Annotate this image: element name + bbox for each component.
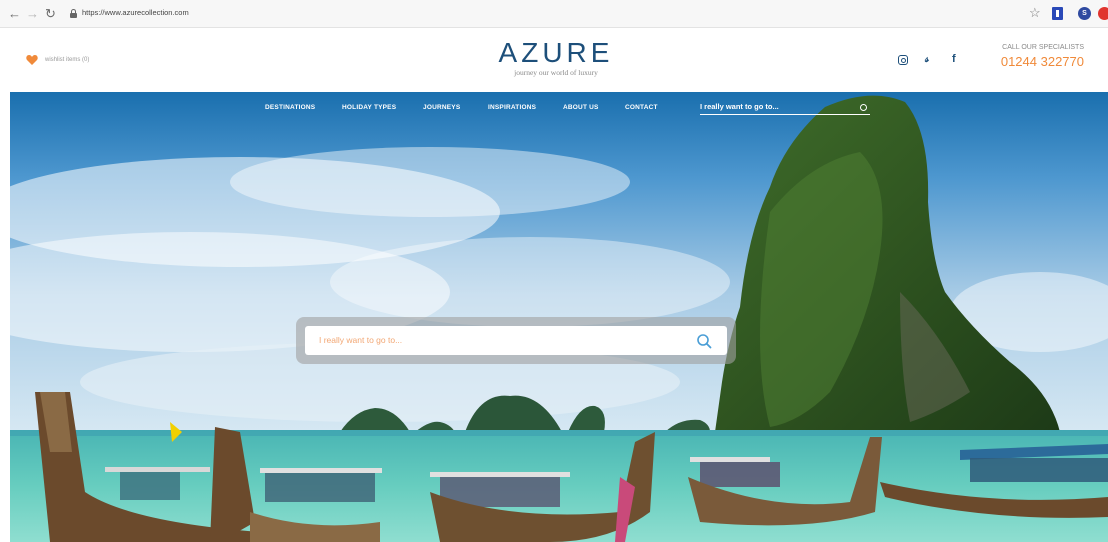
heart-icon — [26, 55, 38, 65]
logo-tagline: journey our world of luxury — [514, 68, 598, 77]
twitter-icon[interactable]: 𝓈 — [925, 53, 929, 66]
wishlist-link[interactable]: wishlist items (0) — [26, 55, 89, 65]
hero-search-frame: I really want to go to... — [296, 317, 736, 364]
logo[interactable]: AZURE journey our world of luxury — [456, 37, 656, 78]
extension-icon[interactable]: S — [1078, 7, 1091, 20]
nav-item-holiday-types[interactable]: HOLIDAY TYPES — [342, 104, 396, 111]
nav-item-journeys[interactable]: JOURNEYS — [423, 104, 460, 111]
reload-icon[interactable]: ↻ — [45, 6, 56, 22]
lock-icon — [70, 9, 77, 18]
wishlist-label: wishlist items (0) — [45, 57, 90, 63]
search-icon[interactable] — [860, 104, 867, 111]
call-label: CALL OUR SPECIALISTS — [1002, 44, 1084, 51]
nav-item-inspirations[interactable]: INSPIRATIONS — [488, 104, 536, 111]
hero-search-input[interactable]: I really want to go to... — [305, 326, 727, 355]
back-arrow-icon[interactable]: ← — [8, 6, 21, 22]
nav-item-destinations[interactable]: DESTINATIONS — [265, 104, 315, 111]
nav-item-contact[interactable]: CONTACT — [625, 104, 658, 111]
main-nav: DESTINATIONS HOLIDAY TYPES JOURNEYS INSP… — [10, 92, 1108, 122]
facebook-icon[interactable]: f — [952, 53, 956, 65]
nav-search-placeholder: I really want to go to... — [700, 102, 779, 111]
extension-icon[interactable] — [1098, 7, 1108, 20]
site-header: wishlist items (0) AZURE journey our wor… — [0, 28, 1108, 92]
search-icon[interactable] — [696, 333, 712, 349]
logo-title: AZURE — [498, 37, 614, 68]
hero-search-placeholder: I really want to go to... — [319, 335, 403, 345]
bookmark-star-icon[interactable]: ☆ — [1029, 5, 1041, 21]
nav-item-about-us[interactable]: ABOUT US — [563, 104, 599, 111]
forward-arrow-icon[interactable]: → — [26, 6, 39, 22]
browser-toolbar: ← → ↻ https://www.azurecollection.com ☆ … — [0, 0, 1108, 28]
phone-number-link[interactable]: 01244 322770 — [990, 54, 1084, 69]
address-bar[interactable]: https://www.azurecollection.com — [82, 8, 189, 17]
instagram-icon[interactable] — [898, 55, 908, 65]
hero-banner: DESTINATIONS HOLIDAY TYPES JOURNEYS INSP… — [10, 92, 1108, 542]
nav-search-input[interactable]: I really want to go to... — [700, 101, 870, 115]
extension-icon[interactable] — [1052, 7, 1063, 20]
